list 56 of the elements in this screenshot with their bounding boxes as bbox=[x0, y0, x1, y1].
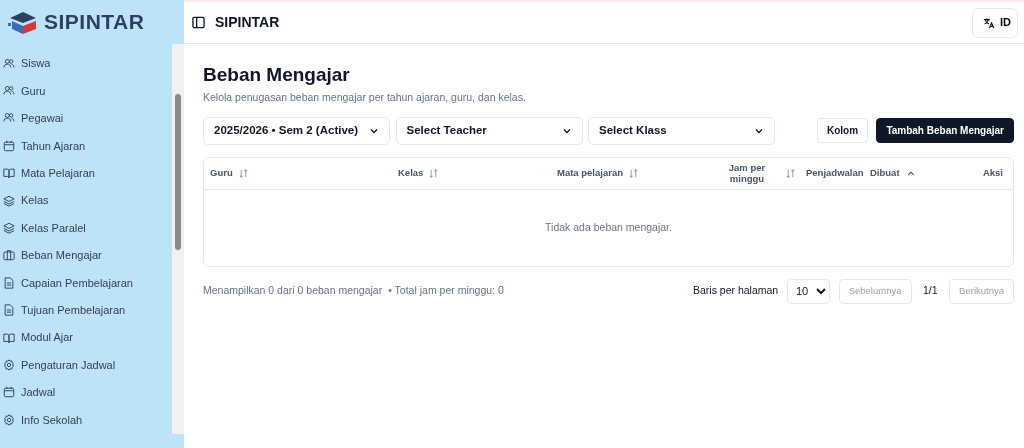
sort-icon[interactable] bbox=[237, 167, 249, 179]
file-icon bbox=[3, 304, 15, 317]
column-header: Aksi bbox=[982, 165, 1003, 180]
book-icon bbox=[3, 331, 15, 344]
sort-icon[interactable] bbox=[785, 167, 796, 179]
total-hours: • Total jam per minggu: 0 bbox=[388, 283, 504, 299]
sort-icon[interactable] bbox=[428, 167, 440, 179]
scrollbar[interactable] bbox=[172, 44, 184, 434]
sidebar-item[interactable]: Beban Mengajar bbox=[0, 241, 172, 270]
columns-button[interactable]: Kolom bbox=[817, 118, 869, 144]
select-field[interactable]: Select Klass bbox=[588, 116, 775, 145]
sidebar-item[interactable]: Capaian Pembelajaran bbox=[0, 269, 172, 297]
book-icon bbox=[3, 167, 15, 180]
sidebar-item[interactable]: Tahun Ajaran bbox=[0, 132, 172, 160]
people-icon bbox=[3, 57, 15, 70]
sidebar-item[interactable]: Kelas bbox=[0, 186, 172, 215]
sidebar-item[interactable]: Pegawai bbox=[0, 104, 172, 133]
brand-name: SIPINTAR bbox=[44, 9, 145, 36]
layers-icon bbox=[3, 194, 15, 207]
translate-icon bbox=[983, 16, 995, 29]
file-icon bbox=[3, 276, 15, 289]
result-summary: Menampilkan 0 dari 0 beban mengajar bbox=[203, 283, 383, 299]
rows-per-page-select[interactable]: 10 bbox=[786, 278, 830, 304]
column-header: Mata pelajaran bbox=[557, 165, 623, 180]
language-button[interactable]: ID bbox=[972, 7, 1018, 38]
app-title: SIPINTAR bbox=[215, 13, 280, 32]
sidebar-toggle-icon[interactable] bbox=[192, 16, 205, 29]
gear-icon bbox=[3, 359, 15, 371]
column-header: Guru bbox=[210, 165, 233, 180]
gear-icon bbox=[3, 413, 15, 426]
add-button[interactable]: Tambah Beban Mengajar bbox=[876, 118, 1014, 144]
column-header: Penjadwalan bbox=[806, 165, 864, 180]
page-title: Beban Mengajar bbox=[203, 64, 351, 87]
column-header: Jam per minggu bbox=[727, 161, 767, 185]
calendar-icon bbox=[3, 386, 15, 399]
sidebar-item[interactable]: Pengaturan Jadwal bbox=[0, 351, 172, 379]
column-header: Dibuat bbox=[870, 165, 900, 180]
rows-per-page-label: Baris per halaman bbox=[692, 283, 779, 299]
sort-icon[interactable] bbox=[628, 167, 639, 179]
column-header: Kelas bbox=[398, 165, 424, 180]
empty-message: Tidak ada beban mengajar. bbox=[544, 219, 673, 235]
page-indicator: 1/1 bbox=[923, 283, 938, 299]
briefcase-icon bbox=[3, 249, 15, 262]
sidebar-item[interactable]: Info Sekolah bbox=[0, 406, 172, 434]
sidebar-item[interactable]: Mata Pelajaran bbox=[0, 159, 172, 187]
select-field[interactable]: 2025/2026 • Sem 2 (Active) bbox=[203, 116, 390, 145]
calendar-icon bbox=[3, 139, 15, 152]
sidebar-item[interactable]: Jadwal bbox=[0, 378, 172, 407]
sidebar-item[interactable]: Siswa bbox=[0, 50, 172, 78]
sidebar-item[interactable]: Guru bbox=[0, 77, 172, 105]
page-subtitle: Kelola penugasan beban mengajar per tahun ajaran, guru, dan kelas. bbox=[203, 89, 527, 105]
sidebar-item[interactable]: Kelas Paralel bbox=[0, 214, 172, 242]
sidebar-item[interactable]: Modul Ajar bbox=[0, 323, 172, 352]
layers-icon bbox=[3, 222, 15, 235]
sidebar-item[interactable]: Tujuan Pembelajaran bbox=[0, 296, 172, 324]
select-field[interactable]: Select Teacher bbox=[395, 116, 583, 145]
